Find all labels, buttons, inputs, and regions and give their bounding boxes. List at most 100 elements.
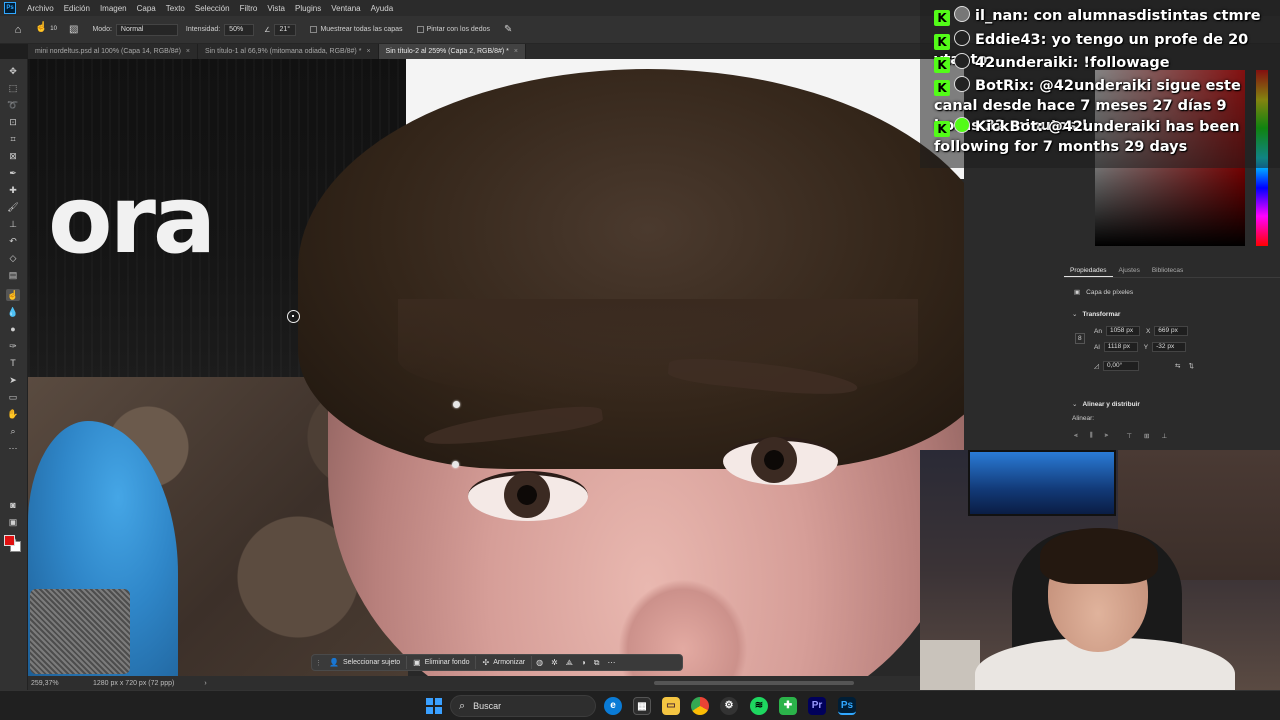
layers-icon[interactable]: ⧉ — [590, 658, 604, 668]
document-tab[interactable]: Sin título-1 al 66,9% (mitomana odiada, … — [198, 44, 379, 59]
menu-archivo[interactable]: Archivo — [22, 4, 59, 13]
eyedropper-tool-icon[interactable]: ✒ — [6, 167, 20, 179]
brush-tool-icon[interactable]: 🖌 — [6, 201, 20, 213]
tab-adjustments[interactable]: Ajustes — [1113, 263, 1146, 277]
pen-tool-icon[interactable]: ✑ — [6, 340, 20, 352]
close-tab-icon[interactable]: × — [366, 48, 370, 55]
x-input[interactable]: 669 px — [1154, 326, 1189, 336]
mask-icon[interactable]: ◑ — [577, 658, 590, 667]
finger-paint-checkbox[interactable] — [416, 26, 424, 33]
horizontal-scrollbar[interactable] — [654, 681, 854, 685]
premiere-pro-icon[interactable]: Pr — [808, 697, 826, 715]
eraser-tool-icon[interactable]: ◇ — [6, 252, 20, 264]
spotify-icon[interactable]: ≋ — [750, 697, 768, 715]
transform-icon[interactable]: ⟁ — [562, 658, 577, 668]
collapse-transform-icon[interactable]: ⌄ — [1072, 310, 1077, 318]
lasso-tool-icon[interactable]: ➰ — [6, 99, 20, 111]
document-tab[interactable]: mini nordeltus.psd al 100% (Capa 14, RGB… — [28, 44, 199, 59]
screen-mode-icon[interactable]: ▣ — [6, 516, 20, 528]
windows-start-icon[interactable] — [426, 698, 442, 714]
tool-preset-picker[interactable]: ☝ 10 — [35, 22, 59, 38]
hand-tool-icon[interactable]: ✋ — [6, 408, 20, 420]
file-explorer-icon[interactable]: ▭ — [662, 697, 680, 715]
menu-filtro[interactable]: Filtro — [235, 4, 263, 13]
collapse-align-icon[interactable]: ⌄ — [1072, 400, 1077, 408]
menu-edicion[interactable]: Edición — [59, 4, 95, 13]
brush-settings-icon[interactable]: ▧ — [69, 24, 78, 35]
tab-label: mini nordeltus.psd al 100% (Capa 14, RGB… — [35, 48, 181, 55]
more-options-icon[interactable]: ⋯ — [603, 658, 619, 667]
object-select-tool-icon[interactable]: ⊡ — [6, 116, 20, 128]
status-arrow-icon[interactable]: › — [204, 680, 206, 687]
select-subject-button[interactable]: 👤 Seleccionar sujeto — [323, 656, 408, 669]
flip-vertical-icon[interactable]: ⇅ — [1188, 362, 1193, 370]
steam-icon[interactable]: ⚙ — [720, 697, 738, 715]
frame-tool-icon[interactable]: ⊠ — [6, 150, 20, 162]
close-tab-icon[interactable]: × — [186, 48, 190, 55]
align-right-icon[interactable]: ⫸ — [1105, 432, 1109, 440]
align-top-icon[interactable]: ⊤ — [1126, 432, 1132, 440]
chrome-icon[interactable] — [691, 697, 709, 715]
kick-badge-icon: K — [934, 10, 950, 26]
align-middle-icon[interactable]: ⊞ — [1144, 432, 1149, 440]
marquee-tool-icon[interactable]: ⬚ — [6, 82, 20, 94]
pressure-icon[interactable]: ✎ — [504, 24, 512, 35]
webcam-streamer-hair — [1040, 528, 1158, 584]
adjust-icon[interactable]: ◍ — [532, 658, 547, 667]
menu-ayuda[interactable]: Ayuda — [366, 4, 399, 13]
align-left-icon[interactable]: ⫷ — [1074, 432, 1078, 440]
quick-mask-icon[interactable]: ◙ — [6, 499, 20, 511]
mode-select[interactable]: Normal — [115, 23, 178, 36]
game-app-icon[interactable]: ✚ — [779, 697, 797, 715]
move-tool-icon[interactable]: ✥ — [6, 65, 20, 77]
history-brush-tool-icon[interactable]: ↶ — [6, 235, 20, 247]
flip-horizontal-icon[interactable]: ⇆ — [1175, 362, 1180, 370]
menu-plugins[interactable]: Plugins — [290, 4, 326, 13]
healing-brush-tool-icon[interactable]: ✚ — [6, 184, 20, 196]
angle-input[interactable]: 0,00° — [1103, 361, 1139, 371]
microsoft-store-icon[interactable]: ▦ — [633, 697, 651, 715]
tab-libraries[interactable]: Bibliotecas — [1146, 263, 1189, 277]
zoom-tool-icon[interactable]: ⌕ — [6, 425, 20, 437]
menu-capa[interactable]: Capa — [132, 4, 161, 13]
menu-seleccion[interactable]: Selección — [190, 4, 235, 13]
sample-all-layers-checkbox[interactable] — [310, 26, 318, 33]
gradient-tool-icon[interactable]: ▤ — [6, 269, 20, 281]
home-icon[interactable]: ⌂ — [11, 23, 25, 37]
remove-background-button[interactable]: ▣ Eliminar fondo — [407, 656, 477, 669]
document-canvas[interactable]: ora — [28, 59, 964, 676]
more-tools-icon[interactable]: ⋯ — [6, 442, 20, 454]
menu-texto[interactable]: Texto — [161, 4, 190, 13]
smudge-tool-icon[interactable]: ☝ — [6, 289, 20, 301]
edge-browser-icon[interactable]: e — [604, 697, 622, 715]
x-label: X — [1145, 327, 1151, 335]
photoshop-taskbar-icon[interactable]: Ps — [838, 697, 856, 715]
dodge-tool-icon[interactable]: ● — [6, 323, 20, 335]
intensity-input[interactable]: 50% — [224, 23, 255, 36]
angle-input[interactable]: 21° — [274, 23, 297, 36]
type-tool-icon[interactable]: T — [6, 357, 20, 369]
link-proportions-icon[interactable]: 8 — [1075, 333, 1085, 344]
path-select-tool-icon[interactable]: ➤ — [6, 374, 20, 386]
height-input[interactable]: 1118 px — [1103, 342, 1138, 352]
align-bottom-icon[interactable]: ⊥ — [1161, 432, 1167, 440]
tab-properties[interactable]: Propiedades — [1064, 263, 1113, 277]
menu-imagen[interactable]: Imagen — [95, 4, 132, 13]
menu-vista[interactable]: Vista — [262, 4, 290, 13]
harmonize-button[interactable]: ✣ Armonizar — [476, 656, 533, 669]
taskbar-search-box[interactable]: ⌕ Buscar — [450, 695, 596, 717]
zoom-level[interactable]: 259,37% — [31, 680, 89, 687]
menu-ventana[interactable]: Ventana — [326, 4, 365, 13]
sparkle-icon[interactable]: ✲ — [547, 658, 562, 667]
blur-tool-icon[interactable]: 💧 — [6, 306, 20, 318]
document-tab-active[interactable]: Sin título-2 al 259% (Capa 2, RGB/8#) * × — [378, 44, 526, 59]
y-input[interactable]: -32 px — [1152, 342, 1187, 352]
rectangle-tool-icon[interactable]: ▭ — [6, 391, 20, 403]
width-input[interactable]: 1058 px — [1105, 326, 1140, 336]
crop-tool-icon[interactable]: ⌗ — [6, 133, 20, 145]
close-tab-icon[interactable]: × — [514, 48, 518, 55]
foreground-color-swatch[interactable] — [4, 535, 15, 546]
clone-stamp-tool-icon[interactable]: ⊥ — [6, 218, 20, 230]
align-center-icon[interactable]: ⫼ — [1090, 432, 1093, 440]
drag-handle-icon[interactable]: ⋮ — [315, 659, 323, 667]
